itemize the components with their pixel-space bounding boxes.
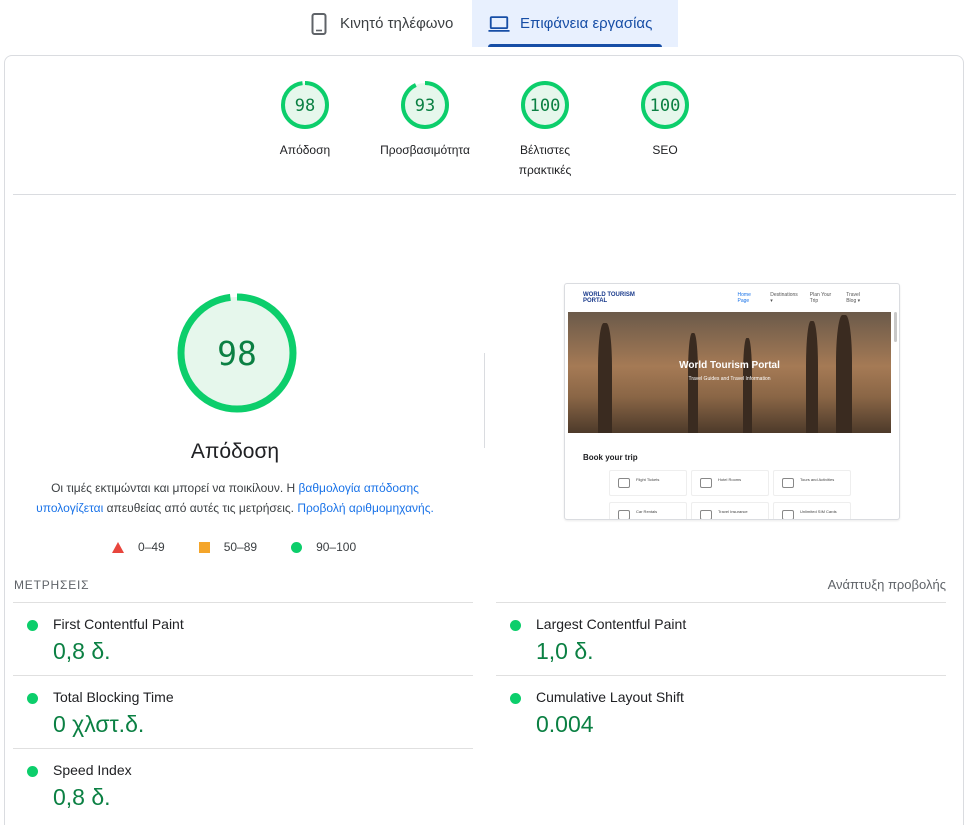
score-gauge-performance[interactable]: 98 Απόδοση (245, 80, 365, 160)
desc-text-1: Οι τιμές εκτιμώνται και μπορεί να ποικίλ… (51, 481, 299, 495)
thumb-menu-item: Destinations ▾ (770, 292, 798, 304)
thumb-book-title: Book your trip (583, 453, 638, 462)
score-value: 98 (295, 96, 315, 116)
thumb-menu-item: Home Page (737, 292, 751, 304)
tab-desktop[interactable]: Επιφάνεια εργασίας (472, 0, 678, 47)
score-value: 93 (415, 96, 435, 116)
legend-average-label: 50–89 (223, 540, 258, 554)
pass-circle-icon (510, 620, 521, 631)
expand-view-toggle[interactable]: Ανάπτυξη προβολής (828, 577, 946, 592)
legend-average: 50–89 (198, 540, 258, 554)
square-icon (198, 541, 210, 553)
pass-circle-icon (510, 693, 521, 704)
calculator-link[interactable]: Προβολή αριθμομηχανής. (297, 501, 434, 515)
metric-fcp: First Contentful Paint 0,8 δ. (13, 602, 473, 675)
device-tabs: Κινητό τηλέφωνο Επιφάνεια εργασίας (292, 0, 678, 47)
score-label: Απόδοση (279, 143, 331, 157)
performance-description: Οι τιμές εκτιμώνται και μπορεί να ποικίλ… (25, 478, 445, 518)
metrics-left-column: First Contentful Paint 0,8 δ. Total Bloc… (13, 602, 473, 821)
thumb-menu-item: Travel Blog ▾ (846, 292, 861, 304)
thumb-nav: WORLD TOURISM PORTAL Home Page Destinati… (565, 284, 899, 312)
score-label: Προσβασιμότητα (380, 143, 470, 157)
tab-mobile[interactable]: Κινητό τηλέφωνο (292, 0, 472, 47)
legend-pass-label: 90–100 (316, 540, 357, 554)
score-label-line2: πρακτικές (518, 163, 572, 177)
metric-name: First Contentful Paint (53, 616, 184, 632)
thumb-menu: Home Page Destinations ▾ Plan Your Trip … (738, 292, 881, 304)
thumb-tile: Tours and Activities (773, 470, 851, 496)
thumb-tile: Flight Tickets (609, 470, 687, 496)
score-gauge-seo[interactable]: 100 SEO (605, 80, 725, 160)
gauge-ring: 93 (401, 81, 449, 129)
score-value: 100 (530, 96, 561, 116)
metric-name: Speed Index (53, 762, 132, 778)
score-label-line1: Βέλτιστες (519, 143, 571, 157)
circle-icon (291, 541, 303, 553)
thumb-hero-subtitle: Travel Guides and Travel Information (688, 376, 771, 382)
metrics-right-column: Largest Contentful Paint 1,0 δ. Cumulati… (496, 602, 946, 748)
desc-text-2: απευθείας από αυτές τις μετρήσεις. (103, 501, 298, 515)
performance-title: Απόδοση (190, 440, 280, 463)
triangle-icon (112, 541, 124, 553)
gauge-ring: 100 (641, 81, 689, 129)
thumb-menu-item: Plan Your Trip (809, 292, 832, 304)
score-label: Βέλτιστες πρακτικές (485, 140, 605, 180)
score-gauge-accessibility[interactable]: 93 Προσβασιμότητα (365, 80, 485, 160)
metric-cls: Cumulative Layout Shift 0.004 (496, 675, 946, 748)
metric-value: 0 χλστ.δ. (53, 711, 145, 737)
metric-speed-index: Speed Index 0,8 δ. (13, 748, 473, 821)
legend-fail-label: 0–49 (138, 540, 165, 554)
thumb-logo: WORLD TOURISM PORTAL (583, 292, 635, 304)
legend-pass: 90–100 (291, 540, 356, 554)
metric-name: Largest Contentful Paint (536, 616, 687, 632)
laptop-icon (488, 13, 510, 35)
thumb-tile: Travel Insurance (691, 502, 769, 519)
metric-tbt: Total Blocking Time 0 χλστ.δ. (13, 675, 473, 748)
performance-score: 98 (217, 334, 257, 373)
metric-value: 0.004 (536, 711, 594, 737)
final-screenshot[interactable]: WORLD TOURISM PORTAL Home Page Destinati… (564, 283, 900, 520)
score-value: 100 (650, 96, 681, 116)
metric-name: Cumulative Layout Shift (536, 689, 684, 705)
score-legend: 0–49 50–89 90–100 (112, 540, 390, 554)
pass-circle-icon (27, 766, 38, 777)
gauge-ring: 98 (281, 81, 329, 129)
phone-icon (308, 12, 330, 35)
metric-lcp: Largest Contentful Paint 1,0 δ. (496, 602, 946, 675)
thumb-tile: Unlimited SIM Cards (773, 502, 851, 519)
thumb-tile: Hotel Rooms (691, 470, 769, 496)
pass-circle-icon (27, 693, 38, 704)
metric-value: 0,8 δ. (53, 784, 111, 810)
vertical-divider (484, 353, 485, 448)
tab-mobile-label: Κινητό τηλέφωνο (340, 15, 454, 32)
legend-fail: 0–49 (112, 540, 165, 554)
thumb-scrollbar (894, 312, 897, 342)
performance-gauge: 98 (177, 293, 297, 413)
tab-desktop-label: Επιφάνεια εργασίας (520, 15, 653, 32)
report-card: 98 Απόδοση 93 Προσβασιμότητα 100 Βέλτιστ… (4, 55, 964, 825)
pass-circle-icon (27, 620, 38, 631)
thumb-hero-title: World Tourism Portal (679, 360, 780, 371)
divider (13, 194, 956, 195)
metrics-header: ΜΕΤΡΗΣΕΙΣ (14, 578, 90, 592)
metric-value: 1,0 δ. (536, 638, 594, 664)
thumb-hero-image: World Tourism Portal Travel Guides and T… (568, 312, 891, 433)
thumb-tile: Car Rentals (609, 502, 687, 519)
score-label: SEO (652, 143, 678, 157)
metric-name: Total Blocking Time (53, 689, 174, 705)
metric-value: 0,8 δ. (53, 638, 111, 664)
gauge-ring: 100 (521, 81, 569, 129)
score-gauge-best-practices[interactable]: 100 Βέλτιστες πρακτικές (485, 80, 605, 180)
